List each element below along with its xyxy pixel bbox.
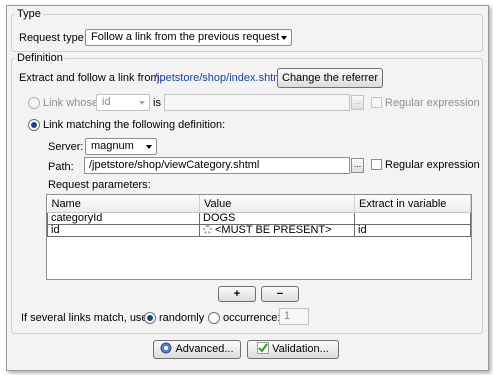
table-header-row: Name Value Extract in variable: [47, 195, 471, 213]
http-request-dialog: Type Request type: Follow a link from th…: [6, 5, 489, 371]
request-type-value: Follow a link from the previous request: [91, 31, 280, 43]
table-row[interactable]: id <MUST BE PRESENT> id: [47, 224, 471, 237]
occurrence-input[interactable]: 1: [279, 308, 309, 325]
path-browse-button[interactable]: ...: [351, 158, 364, 173]
link-whose-browse-button[interactable]: ...: [351, 95, 364, 110]
add-parameter-button[interactable]: +: [218, 286, 256, 302]
link-whose-value-input[interactable]: [164, 94, 350, 111]
radio-selected-dot: [31, 122, 37, 128]
gear-icon: [203, 225, 212, 234]
server-value: magnum: [91, 140, 134, 152]
request-parameters-table[interactable]: Name Value Extract in variable categoryI…: [46, 194, 472, 280]
link-whose-is-label: is: [153, 97, 161, 109]
path-input[interactable]: /jpetstore/shop/viewCategory.shtml: [84, 157, 350, 174]
server-select[interactable]: magnum: [85, 138, 157, 155]
link-whose-label: Link whose: [43, 97, 99, 109]
request-type-label: Request type:: [19, 32, 87, 44]
parameter-value-cell-with-icon[interactable]: <MUST BE PRESENT>: [199, 224, 355, 237]
parameter-name-cell[interactable]: categoryId: [47, 212, 200, 225]
several-links-label: If several links match, use:: [21, 312, 151, 324]
validation-button-label: Validation...: [272, 343, 329, 355]
column-header-name[interactable]: Name: [47, 195, 200, 213]
table-row[interactable]: categoryId DOGS: [47, 212, 471, 225]
parameter-name-cell[interactable]: id: [47, 224, 200, 237]
link-whose-regex-checkbox[interactable]: [371, 97, 382, 108]
parameter-value-cell[interactable]: DOGS: [199, 212, 355, 225]
occurrence-radio[interactable]: [208, 312, 220, 324]
request-parameters-title: Request parameters:: [48, 179, 151, 191]
link-whose-regex-label: Regular expression: [385, 97, 480, 109]
link-matching-radio[interactable]: [28, 119, 40, 131]
path-regex-checkbox[interactable]: [371, 159, 382, 170]
column-header-extract[interactable]: Extract in variable: [354, 195, 471, 213]
type-group-title: Type: [15, 8, 43, 20]
validation-button[interactable]: Validation...: [247, 340, 339, 359]
column-header-value[interactable]: Value: [199, 195, 355, 213]
path-regex-label: Regular expression: [385, 159, 480, 171]
path-label: Path:: [48, 161, 74, 173]
extract-label: Extract and follow a link from:: [19, 72, 163, 84]
radio-selected-dot: [147, 315, 153, 321]
extract-url: /jpetstore/shop/index.shtml: [154, 72, 285, 84]
link-whose-field-value: id: [102, 96, 111, 108]
randomly-label: randomly: [159, 312, 205, 324]
randomly-radio[interactable]: [144, 312, 156, 324]
request-type-select[interactable]: Follow a link from the previous request: [85, 29, 292, 46]
parameter-extract-cell[interactable]: [354, 212, 471, 225]
checkmark-icon: [257, 342, 270, 354]
link-whose-radio[interactable]: [28, 97, 40, 109]
server-label: Server:: [48, 141, 84, 153]
parameter-extract-cell[interactable]: id: [354, 224, 471, 237]
advanced-button-label: Advanced...: [175, 343, 234, 355]
parameters-grid: Name Value Extract in variable categoryI…: [47, 195, 471, 237]
remove-parameter-button[interactable]: −: [261, 286, 299, 302]
chevron-down-icon: [281, 36, 287, 40]
advanced-button[interactable]: Advanced...: [153, 340, 241, 359]
link-whose-field-select[interactable]: id: [96, 94, 150, 111]
search-gear-icon: [160, 342, 172, 354]
parameter-value-text: <MUST BE PRESENT>: [215, 224, 332, 236]
definition-group-title: Definition: [15, 52, 65, 64]
change-referrer-button[interactable]: Change the referrer: [277, 68, 383, 88]
chevron-down-icon: [146, 145, 152, 149]
link-matching-label: Link matching the following definition:: [43, 119, 226, 131]
chevron-down-icon: [139, 101, 145, 105]
occurrence-label: occurrence:: [223, 312, 281, 324]
